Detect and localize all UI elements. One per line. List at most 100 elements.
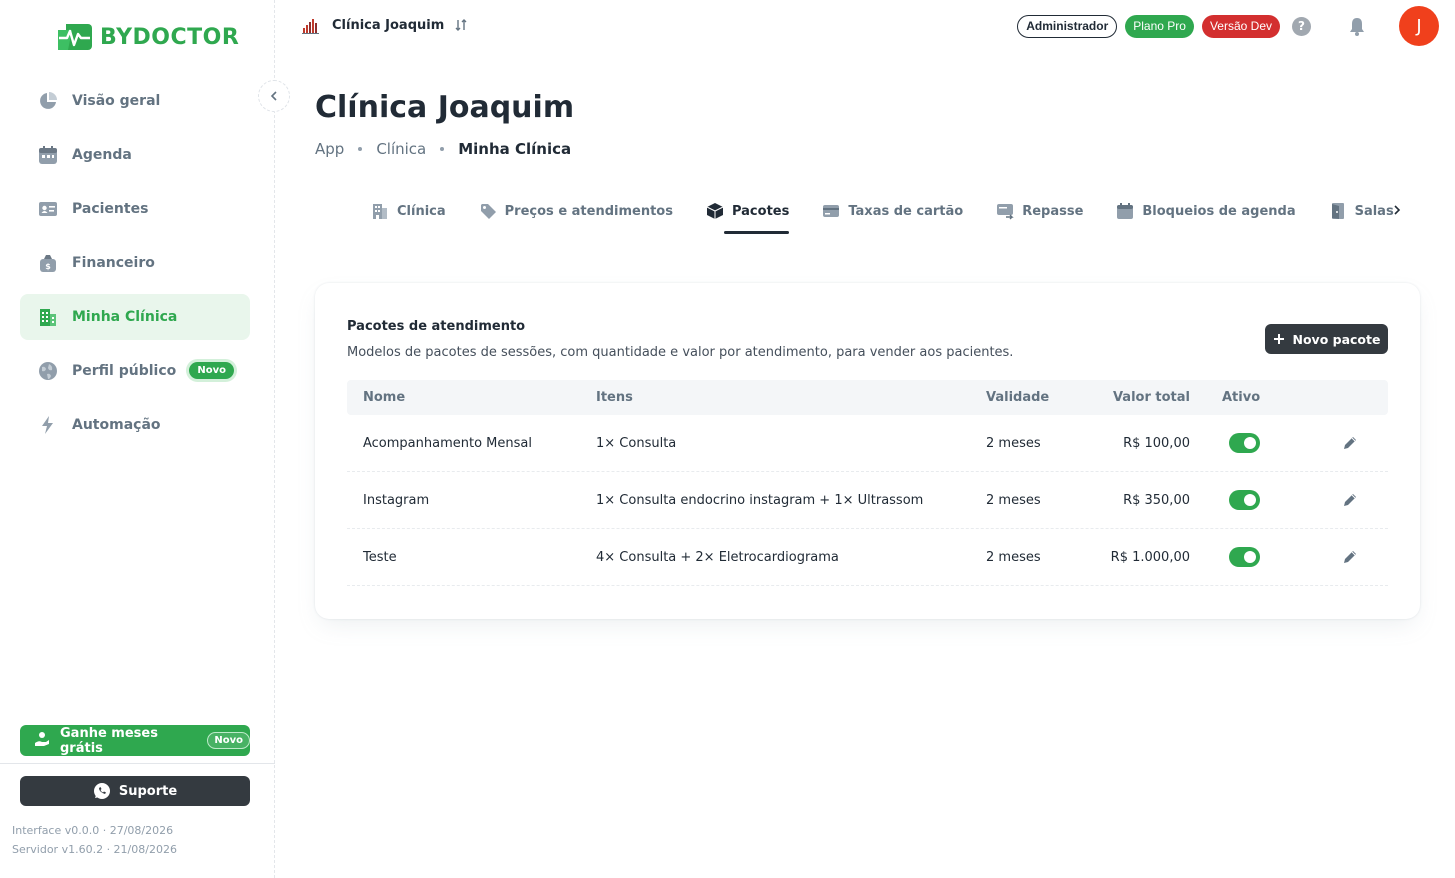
tab-salas[interactable]: Salas — [1329, 196, 1394, 226]
package-name: Instagram — [363, 492, 430, 508]
plan-badge: Plano Pro — [1125, 14, 1194, 38]
price-tag-icon — [480, 204, 496, 219]
edit-pencil-icon[interactable] — [1341, 491, 1359, 509]
table-header: Nome Itens Validade Valor total Ativo — [347, 380, 1388, 415]
support-button[interactable]: Suporte — [20, 776, 250, 806]
building-icon — [373, 204, 387, 219]
brand-name: BYDOCTOR — [100, 24, 240, 50]
server-version: Servidor v1.60.2 · 21/08/2026 — [12, 843, 177, 856]
interface-version: Interface v0.0.0 · 27/08/2026 — [12, 824, 174, 837]
column-header-valor-total[interactable]: Valor total — [1113, 390, 1190, 405]
column-header-itens[interactable]: Itens — [596, 390, 633, 405]
pie-chart-icon — [37, 90, 59, 112]
active-toggle[interactable] — [1229, 490, 1260, 510]
package-icon — [706, 203, 724, 219]
edit-pencil-icon[interactable] — [1341, 434, 1359, 452]
tab-label: Taxas de cartão — [848, 203, 964, 219]
tab-label: Bloqueios de agenda — [1142, 203, 1296, 219]
whatsapp-icon — [93, 783, 110, 799]
calendar-icon — [1117, 203, 1134, 219]
transfer-icon — [997, 204, 1014, 220]
sidebar-divider — [0, 763, 275, 764]
calendar-icon — [37, 144, 59, 166]
sidebar-item-label: Perfil público — [72, 363, 177, 379]
lightning-icon — [37, 414, 59, 436]
logo-mark-icon — [58, 24, 92, 50]
edit-pencil-icon[interactable] — [1341, 548, 1359, 566]
packages-card: Pacotes de atendimento Modelos de pacote… — [315, 283, 1420, 619]
tab-repasse[interactable]: Repasse — [996, 196, 1083, 226]
card-subtitle: Modelos de pacotes de sessões, com quant… — [347, 345, 1014, 360]
tab-precos-atendimentos[interactable]: Preços e atendimentos — [479, 196, 673, 226]
clinic-logo-icon — [302, 19, 319, 34]
active-toggle[interactable] — [1229, 433, 1260, 453]
tabs-scroll-right-button[interactable] — [1392, 204, 1402, 220]
promo-label: Ganhe meses grátis — [60, 725, 158, 756]
brand-logo[interactable]: BYDOCTOR — [56, 22, 239, 52]
sidebar-item-perfil-publico[interactable]: Perfil público Novo — [20, 348, 250, 394]
new-badge: Novo — [189, 362, 234, 379]
clinic-switcher[interactable]: Clínica Joaquim — [300, 14, 468, 36]
sidebar-item-visao-geral[interactable]: Visão geral — [20, 78, 250, 124]
sidebar-item-agenda[interactable]: Agenda — [20, 132, 250, 178]
notifications-bell-icon[interactable] — [1347, 16, 1367, 36]
gift-hand-icon — [34, 731, 50, 751]
building-icon — [37, 306, 59, 328]
help-icon[interactable]: ? — [1292, 16, 1311, 36]
chevron-right-icon — [1394, 205, 1401, 215]
package-name: Acompanhamento Mensal — [363, 435, 532, 451]
support-label: Suporte — [118, 783, 178, 799]
package-items: 4× Consulta + 2× Eletrocardiograma — [596, 549, 839, 565]
breadcrumb-app[interactable]: App — [315, 140, 344, 158]
sidebar-item-label: Financeiro — [72, 255, 155, 271]
table-row[interactable]: Acompanhamento Mensal 1× Consulta 2 mese… — [347, 415, 1388, 472]
package-total: R$ 100,00 — [1123, 435, 1190, 451]
credit-card-icon — [823, 205, 840, 217]
column-header-ativo[interactable]: Ativo — [1222, 390, 1260, 405]
tab-bloqueios-agenda[interactable]: Bloqueios de agenda — [1116, 196, 1296, 226]
package-name: Teste — [363, 549, 397, 565]
sidebar-item-label: Automação — [72, 417, 161, 433]
id-card-icon — [37, 198, 59, 220]
package-total: R$ 1.000,00 — [1110, 549, 1190, 565]
sidebar-item-pacientes[interactable]: Pacientes — [20, 186, 250, 232]
referral-promo-button[interactable]: Ganhe meses grátis Novo — [20, 725, 250, 756]
card-title: Pacotes de atendimento — [347, 319, 526, 334]
tab-pacotes[interactable]: Pacotes — [706, 196, 790, 234]
tab-taxas-cartao[interactable]: Taxas de cartão — [822, 196, 963, 226]
tab-label: Salas — [1354, 203, 1394, 219]
clinic-name: Clínica Joaquim — [332, 17, 445, 33]
breadcrumb-separator — [440, 147, 445, 151]
package-validity: 2 meses — [986, 549, 1041, 565]
tab-label: Repasse — [1022, 203, 1084, 219]
column-header-validade[interactable]: Validade — [986, 390, 1049, 405]
sidebar-item-automacao[interactable]: Automação — [20, 402, 250, 448]
collapse-sidebar-button[interactable] — [258, 80, 290, 112]
topbar-actions: Administrador Plano Pro Versão Dev ? J — [1017, 6, 1439, 46]
breadcrumb: App Clínica Minha Clínica — [315, 140, 571, 158]
door-icon — [1331, 203, 1344, 219]
switch-arrows-icon — [455, 19, 467, 31]
tab-label: Clínica — [397, 203, 446, 219]
package-validity: 2 meses — [986, 492, 1041, 508]
column-header-nome[interactable]: Nome — [363, 390, 405, 405]
sidebar-item-label: Minha Clínica — [72, 309, 178, 325]
globe-icon — [37, 360, 59, 382]
new-package-label: Novo pacote — [1292, 331, 1381, 347]
breadcrumb-clinica[interactable]: Clínica — [376, 140, 426, 158]
sidebar-item-label: Pacientes — [72, 201, 149, 217]
table-row[interactable]: Teste 4× Consulta + 2× Eletrocardiograma… — [347, 529, 1388, 586]
packages-table: Nome Itens Validade Valor total Ativo Ac… — [347, 380, 1388, 586]
sidebar-item-minha-clinica[interactable]: Minha Clínica — [20, 294, 250, 340]
package-total: R$ 350,00 — [1123, 492, 1190, 508]
package-items: 1× Consulta endocrino instagram + 1× Ult… — [596, 492, 924, 508]
money-bag-icon: $ — [37, 252, 59, 274]
sidebar: BYDOCTOR Visão geral Agenda Pacientes $ … — [0, 0, 275, 878]
user-avatar[interactable]: J — [1399, 6, 1439, 46]
active-toggle[interactable] — [1229, 547, 1260, 567]
tab-clinica[interactable]: Clínica — [371, 196, 446, 226]
breadcrumb-separator — [358, 147, 363, 151]
table-row[interactable]: Instagram 1× Consulta endocrino instagra… — [347, 472, 1388, 529]
sidebar-item-financeiro[interactable]: $ Financeiro — [20, 240, 250, 286]
new-package-button[interactable]: Novo pacote — [1265, 324, 1388, 354]
